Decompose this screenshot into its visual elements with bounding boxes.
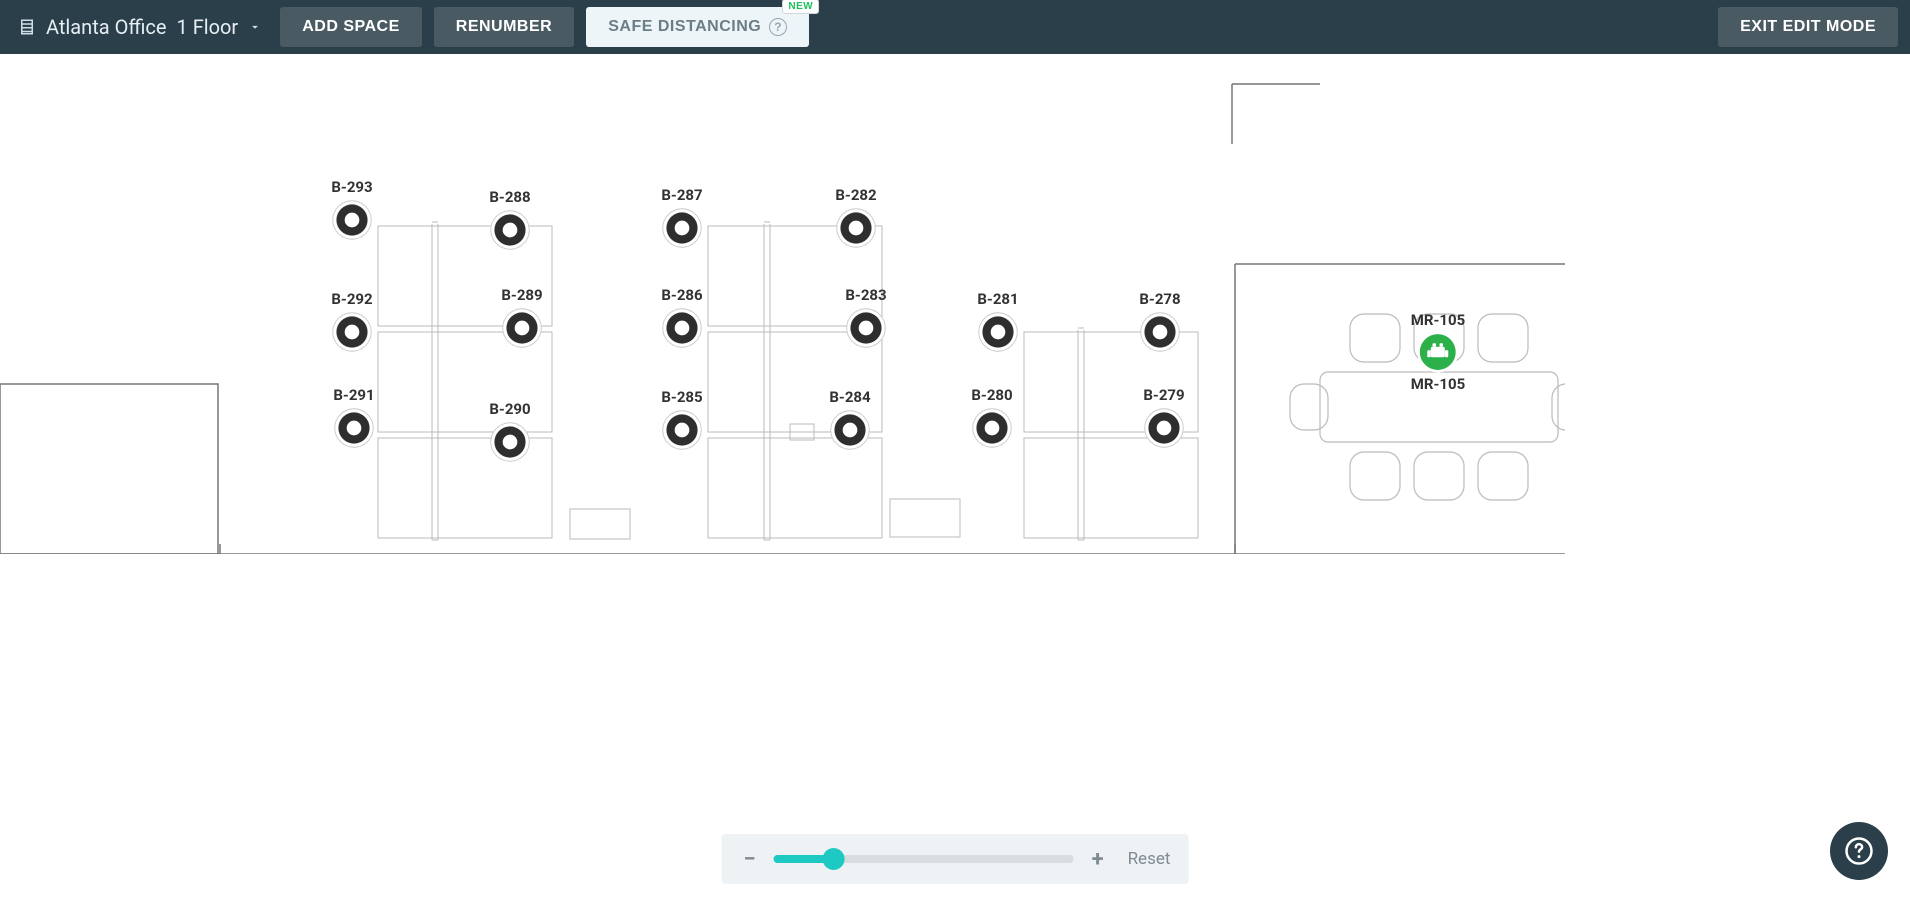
desk-label: B-279	[1143, 386, 1184, 404]
desk-ring-icon	[660, 408, 704, 452]
room-icon	[1417, 331, 1459, 373]
desk-marker-b-293[interactable]: B-293	[330, 178, 374, 242]
desk-ring-icon	[330, 198, 374, 242]
desk-label: B-281	[977, 290, 1018, 308]
desk-ring-icon	[1142, 406, 1186, 450]
new-badge: NEW	[782, 0, 819, 14]
renumber-label: RENUMBER	[456, 18, 552, 36]
desk-marker-b-290[interactable]: B-290	[488, 400, 532, 464]
desk-ring-icon	[488, 208, 532, 252]
floorplan-canvas[interactable]: B-293 B-288 B-287 B-282 B-292	[0, 54, 1910, 902]
add-space-button[interactable]: ADD SPACE	[280, 7, 422, 47]
floor-selector[interactable]: Atlanta Office 1 Floor	[12, 15, 268, 39]
desk-label: B-285	[661, 388, 702, 406]
help-button[interactable]	[1830, 822, 1888, 880]
desk-marker-b-281[interactable]: B-281	[976, 290, 1020, 354]
meeting-room-marker[interactable]: MR-105 MR-105	[1411, 311, 1465, 393]
desk-marker-b-278[interactable]: B-278	[1138, 290, 1182, 354]
desk-label: B-286	[661, 286, 702, 304]
desk-label: B-287	[661, 186, 702, 204]
desk-ring-icon	[834, 206, 878, 250]
desk-ring-icon	[330, 310, 374, 354]
question-icon	[1844, 836, 1874, 866]
desk-ring-icon	[1138, 310, 1182, 354]
zoom-slider[interactable]	[774, 855, 1074, 863]
desk-marker-b-285[interactable]: B-285	[660, 388, 704, 452]
desk-ring-icon	[976, 310, 1020, 354]
desk-marker-b-291[interactable]: B-291	[332, 386, 376, 450]
desk-marker-b-288[interactable]: B-288	[488, 188, 532, 252]
safe-distancing-button[interactable]: SAFE DISTANCING ? NEW	[586, 7, 809, 47]
desk-ring-icon	[332, 406, 376, 450]
renumber-button[interactable]: RENUMBER	[434, 7, 574, 47]
desk-label: B-289	[501, 286, 542, 304]
zoom-control: − + Reset	[722, 834, 1189, 884]
desk-marker-b-282[interactable]: B-282	[834, 186, 878, 250]
desk-marker-b-280[interactable]: B-280	[970, 386, 1014, 450]
desk-ring-icon	[828, 408, 872, 452]
desk-label: B-291	[333, 386, 374, 404]
exit-edit-mode-button[interactable]: EXIT EDIT MODE	[1718, 7, 1898, 47]
exit-edit-label: EXIT EDIT MODE	[1740, 18, 1876, 36]
desk-label: B-288	[489, 188, 530, 206]
desk-label: B-284	[829, 388, 870, 406]
desk-marker-b-283[interactable]: B-283	[844, 286, 888, 350]
desk-label: B-282	[835, 186, 876, 204]
desk-marker-b-289[interactable]: B-289	[500, 286, 544, 350]
desk-label: B-293	[331, 178, 372, 196]
desk-label: B-292	[331, 290, 372, 308]
floor-name: 1 Floor	[177, 15, 239, 39]
desk-label: B-290	[489, 400, 530, 418]
desk-ring-icon	[488, 420, 532, 464]
desk-label: B-280	[971, 386, 1012, 404]
zoom-knob[interactable]	[823, 848, 845, 870]
room-label-top: MR-105	[1411, 311, 1465, 329]
desk-marker-b-286[interactable]: B-286	[660, 286, 704, 350]
desk-marker-b-287[interactable]: B-287	[660, 186, 704, 250]
chevron-down-icon	[248, 20, 262, 34]
desk-ring-icon	[844, 306, 888, 350]
desk-marker-b-292[interactable]: B-292	[330, 290, 374, 354]
desk-ring-icon	[660, 306, 704, 350]
info-icon: ?	[769, 18, 787, 36]
building-icon	[18, 18, 36, 36]
desk-marker-b-279[interactable]: B-279	[1142, 386, 1186, 450]
zoom-out-button[interactable]: −	[740, 847, 760, 872]
floorplan-linework	[0, 54, 1565, 554]
desk-ring-icon	[500, 306, 544, 350]
office-name: Atlanta Office	[46, 15, 167, 39]
safe-distancing-label: SAFE DISTANCING	[608, 18, 761, 36]
desk-label: B-278	[1139, 290, 1180, 308]
desk-label: B-283	[845, 286, 886, 304]
desk-ring-icon	[970, 406, 1014, 450]
top-toolbar: Atlanta Office 1 Floor ADD SPACE RENUMBE…	[0, 0, 1910, 54]
room-label-bottom: MR-105	[1411, 375, 1465, 393]
zoom-reset-button[interactable]: Reset	[1128, 849, 1171, 869]
desk-marker-b-284[interactable]: B-284	[828, 388, 872, 452]
add-space-label: ADD SPACE	[302, 18, 400, 36]
zoom-in-button[interactable]: +	[1088, 847, 1108, 872]
desk-ring-icon	[660, 206, 704, 250]
